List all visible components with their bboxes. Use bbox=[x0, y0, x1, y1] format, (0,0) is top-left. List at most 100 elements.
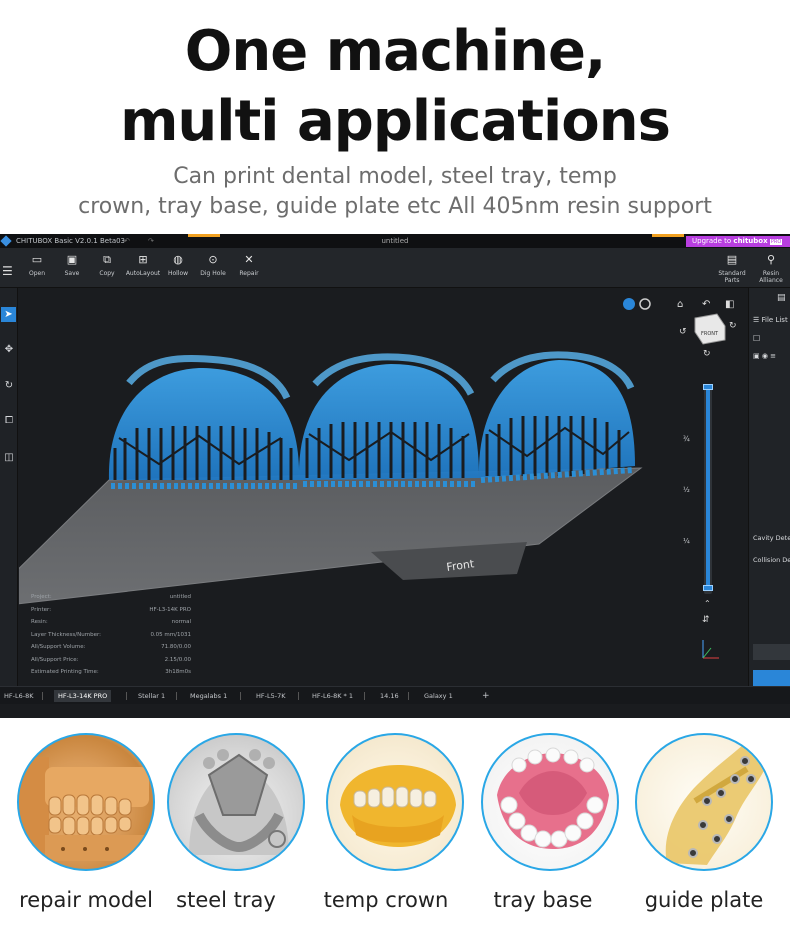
toolbar-resin-alliance-button[interactable]: ⚲ Resin Alliance bbox=[752, 253, 790, 285]
toolbar-label: Save bbox=[64, 270, 80, 277]
info-value: normal bbox=[171, 619, 191, 625]
printer-tab[interactable]: HF-L5-7K bbox=[252, 690, 289, 702]
tab-separator bbox=[176, 692, 177, 700]
caption-temp-crown: temp crown bbox=[323, 888, 449, 912]
guide-plate-illustration bbox=[665, 745, 767, 865]
toolbar-label: Standard Parts bbox=[718, 270, 746, 284]
info-value: 3h18m0s bbox=[165, 669, 191, 675]
save-icon: ▣ bbox=[66, 253, 78, 266]
guide-plate-image bbox=[635, 733, 773, 871]
copy-icon: ⧉ bbox=[103, 253, 111, 266]
info-value: 2.15/0.00 bbox=[164, 656, 191, 663]
printer-tab[interactable]: 14.16 bbox=[376, 690, 403, 702]
view-cube bbox=[694, 313, 726, 345]
caption-guide-plate: guide plate bbox=[644, 888, 764, 912]
repair-model-image bbox=[17, 733, 155, 871]
toolbar-label: Open bbox=[28, 270, 46, 277]
caption-repair-model: repair model bbox=[19, 888, 153, 912]
toolbar-hollow-button[interactable]: ◍ Hollow bbox=[160, 254, 196, 278]
home-view-icon: ⌂ bbox=[677, 299, 683, 310]
perspective-toggle-icon bbox=[623, 298, 635, 310]
file-list-header[interactable]: ☰ File List bbox=[753, 316, 788, 324]
toolbar-repair-button[interactable]: ✕ Repair bbox=[231, 254, 267, 278]
right-panel: ▤ ☰ File List ☐ ▣ ◉ ≡ Cavity Detec Colli… bbox=[748, 288, 790, 694]
info-key: Estimated Printing Time: bbox=[31, 669, 99, 675]
info-key: Layer Thickness/Number: bbox=[31, 631, 101, 638]
caption-steel-tray: steel tray bbox=[176, 888, 276, 912]
info-key: All/Support Volume: bbox=[31, 644, 86, 650]
project-info-panel: Project: untitled Printer: HF-L3-14K PRO R… bbox=[31, 591, 191, 679]
select-all-checkbox[interactable]: ☐ bbox=[753, 334, 760, 343]
slider-mark-quarter: ¼ bbox=[683, 537, 690, 545]
upgrade-tier: PRO bbox=[769, 239, 783, 245]
printer-tab-active[interactable]: HF-L3-14K PRO bbox=[54, 690, 112, 702]
collision-detection-label: Collision De bbox=[753, 556, 790, 564]
move-tool-icon[interactable]: ✥ bbox=[0, 341, 18, 359]
right-panel-secondary-button[interactable] bbox=[753, 644, 790, 660]
toolbar-open-button[interactable]: ▭ Open bbox=[19, 253, 55, 278]
upgrade-brand: chitubox bbox=[733, 237, 768, 245]
info-key: Printer: bbox=[31, 606, 52, 613]
mirror-tool-icon[interactable]: ◫ bbox=[0, 449, 18, 467]
subheadline-line-2: crown, tray base, guide plate etc All 40… bbox=[78, 194, 712, 219]
info-row: Layer Thickness/Number: 0.05 mm/1031 bbox=[31, 629, 191, 642]
caption-tray-base: tray base bbox=[493, 888, 593, 912]
tab-separator bbox=[240, 692, 241, 700]
upgrade-label: Upgrade to bbox=[692, 237, 732, 245]
printer-tab[interactable]: Galaxy 1 bbox=[420, 690, 457, 702]
info-key: Project: bbox=[31, 594, 52, 600]
scale-tool-icon[interactable]: ⧠ bbox=[0, 412, 18, 430]
toolbar-standard-parts-button[interactable]: ▤ Standard Parts bbox=[713, 254, 751, 285]
toolbar-copy-button[interactable]: ⧉ Copy bbox=[89, 253, 125, 278]
layer-slider-top-knob[interactable] bbox=[703, 384, 713, 390]
toolbar-dig-hole-button[interactable]: ⊙ Dig Hole bbox=[195, 253, 231, 278]
rotate-tool-icon[interactable]: ↻ bbox=[0, 377, 18, 395]
add-tab-button[interactable]: + bbox=[478, 690, 494, 702]
layer-slider-bottom-knob[interactable] bbox=[703, 585, 713, 591]
printer-tab[interactable]: Stellar 1 bbox=[134, 690, 169, 702]
menu-icon[interactable]: ☰ bbox=[2, 264, 13, 278]
title-bar: CHITUBOX Basic V2.0.1 Beta03 ↶ ↷ untitle… bbox=[0, 234, 790, 248]
folder-icon: ▭ bbox=[31, 253, 43, 266]
info-row: Project: untitled bbox=[31, 591, 191, 604]
toolbar-label: AutoLayout bbox=[125, 270, 161, 277]
toolbar-label: Repair bbox=[239, 270, 259, 277]
printer-tab[interactable]: HF-L6-8K * 1 bbox=[308, 690, 357, 702]
printer-tab[interactable]: Megalabs 1 bbox=[186, 690, 231, 702]
upgrade-button[interactable]: Upgrade to chitubox PRO bbox=[686, 236, 790, 247]
left-tool-bar: ➤ ✥ ↻ ⧠ ◫ bbox=[0, 288, 18, 686]
autolayout-icon: ⊞ bbox=[138, 253, 148, 266]
slider-up-icon: ⌃ bbox=[704, 599, 711, 608]
slice-icon[interactable]: ▤ bbox=[777, 293, 786, 303]
info-row: Estimated Printing Time: 3h18m0s bbox=[31, 666, 191, 679]
axis-y bbox=[702, 647, 712, 659]
cube-view-icon: ◧ bbox=[725, 299, 734, 310]
info-row: All/Support Volume: 71.80/0.00 bbox=[31, 641, 191, 654]
printer-tab-bar: HF-L6-8K HF-L3-14K PRO Stellar 1 Megalab… bbox=[0, 686, 790, 704]
tray-base-image bbox=[481, 733, 619, 871]
steel-tray-image bbox=[167, 733, 305, 871]
toolbar-label: Resin Alliance bbox=[759, 270, 783, 284]
toolbar-save-button[interactable]: ▣ Save bbox=[54, 253, 90, 278]
select-tool-icon[interactable]: ➤ bbox=[1, 307, 16, 322]
file-row-visibility-icon[interactable]: ▣ ◉ ≡ bbox=[753, 352, 776, 360]
resin-alliance-icon: ⚲ bbox=[766, 253, 776, 266]
info-key: Resin: bbox=[31, 619, 48, 625]
undo-view-icon: ↶ bbox=[702, 299, 710, 310]
dig-hole-icon: ⊙ bbox=[208, 253, 218, 266]
3d-viewport[interactable]: Front ⌂ ↶ ◧ FRONT ↺ ↻ ↻ ⇵ ⌃ ¾ ½ ¼ Projec… bbox=[0, 288, 747, 686]
printer-tab[interactable]: HF-L6-8K bbox=[0, 690, 37, 702]
info-value: untitled bbox=[169, 594, 191, 600]
slider-expand-icon: ⇵ bbox=[702, 615, 710, 625]
toolbar-autolayout-button[interactable]: ⊞ AutoLayout bbox=[125, 253, 161, 278]
title-accent-right bbox=[652, 234, 684, 237]
info-value: 0.05 mm/1031 bbox=[150, 631, 191, 638]
slider-mark-three-quarter: ¾ bbox=[683, 435, 690, 443]
rotate-down-icon: ↻ bbox=[703, 349, 711, 359]
status-strip bbox=[0, 704, 790, 718]
view-cube-label: FRONT bbox=[701, 331, 719, 337]
info-row: All/Support Price: 2.15/0.00 bbox=[31, 654, 191, 667]
layer-slider-fill bbox=[706, 388, 710, 588]
cavity-detection-label: Cavity Detec bbox=[753, 534, 790, 542]
toolbar-label: Copy bbox=[99, 270, 115, 277]
